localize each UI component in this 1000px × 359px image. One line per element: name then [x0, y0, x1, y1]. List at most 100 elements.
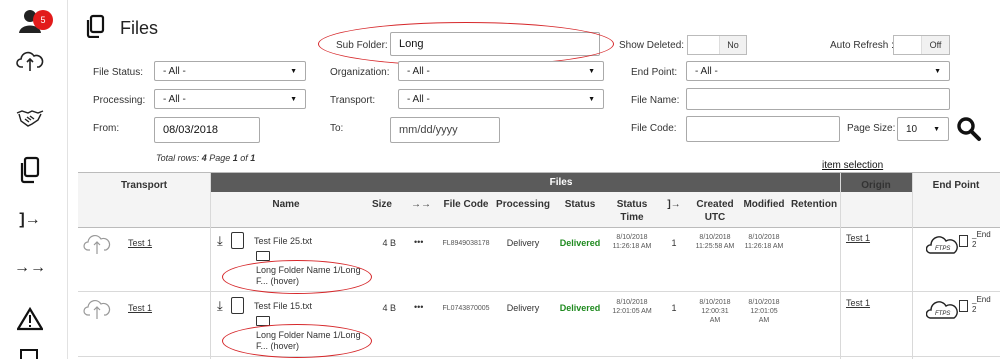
- table-row[interactable]: Test 1 ⤓ Test File 25.txt Long Folder Na…: [78, 227, 1000, 294]
- col-status-time-line1: Status: [616, 199, 648, 210]
- table-row[interactable]: Test 1 ⤓ Test File 15.txt Long Folder Na…: [78, 292, 1000, 358]
- end-point-value: - All -: [695, 65, 718, 77]
- more-actions-button[interactable]: •••: [414, 237, 423, 247]
- modified-line2: 12:01:05: [750, 308, 778, 315]
- organization-select[interactable]: - All - ▼: [398, 61, 604, 81]
- col-name[interactable]: Name: [210, 198, 362, 211]
- summary-mid: Page: [206, 153, 233, 163]
- processing-label: Processing:: [93, 95, 146, 106]
- file-code: FL0743870005: [442, 305, 490, 312]
- chevron-down-icon: ▼: [290, 67, 297, 75]
- file-name-input[interactable]: [686, 88, 950, 110]
- col-created[interactable]: Created UTC: [690, 198, 740, 224]
- files-header-icon: [86, 14, 106, 41]
- col-size[interactable]: Size: [362, 198, 402, 211]
- origin-link[interactable]: Test 1: [846, 298, 870, 308]
- page-size-value: 10: [906, 123, 918, 135]
- status-time-line2: 12:01:05 AM: [612, 308, 652, 315]
- file-name[interactable]: Test File 25.txt: [254, 236, 312, 246]
- cloud-sync-icon: [82, 233, 112, 260]
- tries-count: 1: [671, 303, 677, 313]
- handshake-icon[interactable]: [16, 104, 44, 132]
- col-end-point[interactable]: End Point: [912, 179, 1000, 192]
- file-name[interactable]: Test File 15.txt: [254, 301, 312, 311]
- double-arrow-icon[interactable]: →→: [14, 254, 46, 282]
- auto-refresh-toggle[interactable]: Off: [893, 35, 950, 55]
- transport-link[interactable]: Test 1: [128, 303, 152, 313]
- show-deleted-label: Show Deleted:: [619, 40, 685, 51]
- summary-pages: 1: [250, 153, 256, 163]
- to-date-input[interactable]: mm/dd/yyyy: [390, 117, 500, 143]
- to-label: To:: [330, 123, 344, 134]
- origin-link[interactable]: Test 1: [846, 233, 870, 243]
- created-utc: 8/10/2018 12:00:31 AM: [688, 298, 742, 325]
- col-retention[interactable]: Retention: [788, 198, 840, 211]
- col-status-time-line2: Time: [620, 212, 644, 223]
- download-icon[interactable]: ⤓: [217, 233, 223, 249]
- col-modified[interactable]: Modified: [740, 198, 788, 211]
- more-icon[interactable]: [20, 349, 38, 359]
- status-time-line1: 8/10/2018: [616, 234, 648, 241]
- file-status-select[interactable]: - All - ▼: [154, 61, 306, 81]
- endpoint-name[interactable]: _End 2: [972, 230, 991, 250]
- from-date-input[interactable]: 08/03/2018: [154, 117, 260, 143]
- endpoint-name[interactable]: _End 2: [972, 295, 991, 315]
- chevron-down-icon: ▼: [588, 95, 595, 103]
- transport-label: Transport:: [330, 95, 376, 106]
- chevron-down-icon: ▼: [934, 67, 941, 75]
- transport-select[interactable]: - All - ▼: [398, 89, 604, 109]
- processing-value: Delivery: [506, 238, 540, 248]
- ftps-cloud-icon: FTPS: [925, 235, 958, 258]
- files-group-header: Files: [210, 173, 912, 192]
- modified-time: 8/10/2018 12:01:05 AM: [738, 298, 790, 325]
- col-origin[interactable]: Origin: [840, 179, 912, 192]
- transport-link[interactable]: Test 1: [128, 238, 152, 248]
- document-icon: [959, 300, 968, 312]
- col-status-time[interactable]: Status Time: [606, 198, 658, 224]
- download-icon[interactable]: ⤓: [217, 298, 223, 314]
- chevron-down-icon: ▼: [290, 95, 297, 103]
- modified-line1: 8/10/2018: [748, 234, 780, 241]
- organization-label: Organization:: [330, 67, 390, 78]
- col-processing[interactable]: Processing: [492, 198, 554, 211]
- col-tries[interactable]: ]→: [658, 198, 690, 211]
- total-rows-summary: Total rows: 4 Page 1 of 1: [156, 153, 255, 163]
- col-created-line2: UTC: [704, 212, 726, 223]
- col-transport[interactable]: Transport: [78, 179, 210, 192]
- files-table: Files Transport Origin End Point Name Si…: [78, 172, 1000, 359]
- chevron-down-icon: ▼: [588, 67, 595, 75]
- status-time-line1: 8/10/2018: [616, 299, 648, 306]
- file-code: FL8949038178: [442, 240, 490, 247]
- col-direction[interactable]: →→: [402, 198, 440, 211]
- endpoint-name-line1: _End: [972, 230, 991, 239]
- col-file-code[interactable]: File Code: [440, 198, 492, 211]
- page-size-select[interactable]: 10 ▼: [897, 117, 949, 141]
- col-created-line1: Created: [696, 199, 734, 210]
- search-icon[interactable]: [956, 116, 982, 145]
- cloud-sync-icon[interactable]: [16, 48, 44, 76]
- status-badge: Delivered: [559, 238, 601, 248]
- files-icon[interactable]: [16, 156, 44, 184]
- file-size: 4 B: [382, 303, 396, 313]
- file-status-label: File Status:: [93, 67, 144, 78]
- folder-icon: [256, 251, 270, 261]
- status-time-line2: 11:26:18 AM: [612, 243, 652, 250]
- file-code-input[interactable]: [686, 116, 840, 142]
- endpoint-name-line2: 2: [972, 305, 977, 314]
- processing-select[interactable]: - All - ▼: [154, 89, 306, 109]
- auto-refresh-label: Auto Refresh :: [830, 40, 894, 51]
- item-selection-link[interactable]: item selection: [822, 160, 883, 171]
- notification-badge[interactable]: 5: [33, 10, 53, 30]
- page-title: Files: [120, 18, 159, 38]
- login-arrow-icon[interactable]: ]→: [16, 206, 44, 234]
- created-utc: 8/10/2018 11:25:58 AM: [688, 233, 742, 251]
- warning-icon[interactable]: [16, 305, 44, 333]
- file-status-value: - All -: [163, 65, 186, 77]
- created-line3: AM: [709, 317, 721, 324]
- modified-line3: AM: [758, 317, 770, 324]
- more-actions-button[interactable]: •••: [414, 302, 423, 312]
- end-point-select[interactable]: - All - ▼: [686, 61, 950, 81]
- show-deleted-toggle[interactable]: No: [687, 35, 747, 55]
- col-status[interactable]: Status: [554, 198, 606, 211]
- status-time: 8/10/2018 12:01:05 AM: [606, 298, 658, 316]
